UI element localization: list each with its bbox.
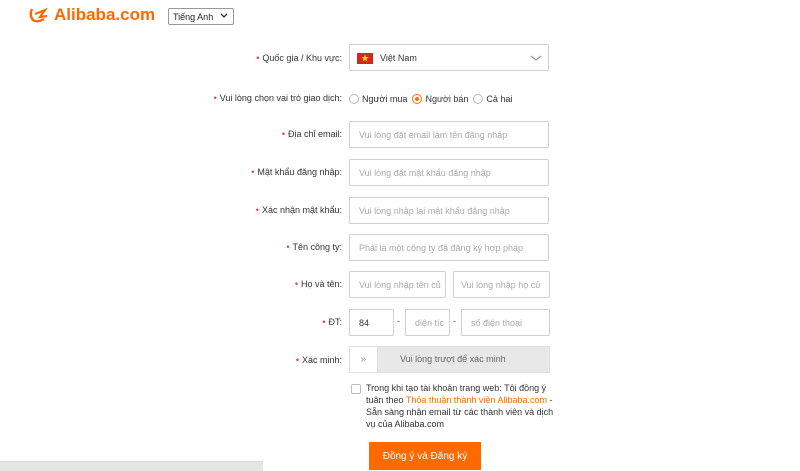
radio-both-label[interactable]: Cả hai: [486, 94, 512, 104]
country-value: Việt Nam: [380, 53, 417, 63]
phone-separator: -: [397, 316, 400, 326]
company-label: • Tên công ty:: [286, 242, 342, 252]
logo-text: Alibaba.com: [54, 5, 156, 24]
verify-slider[interactable]: » Vui lòng trượt để xác minh: [349, 346, 550, 373]
password-label: • Mật khẩu đăng nhập:: [251, 167, 342, 177]
email-label: • Địa chỉ email:: [281, 129, 342, 139]
email-input[interactable]: Vui lòng đặt email làm tên đăng nhập: [349, 121, 549, 148]
verify-label: • Xác minh:: [295, 355, 342, 365]
phone-country-code-input[interactable]: 84: [349, 309, 394, 336]
language-value: Tiếng Anh: [173, 12, 214, 22]
company-input[interactable]: Phải là một công ty đã đăng ký hợp pháp: [349, 234, 549, 261]
password-input[interactable]: Vui lòng đặt mật khẩu đăng nhập: [349, 159, 549, 186]
terms-checkbox[interactable]: [351, 384, 361, 394]
verify-slider-text: Vui lòng trượt để xác minh: [400, 354, 506, 364]
confirm-password-label: • Xác nhận mật khẩu:: [255, 205, 342, 215]
first-name-input[interactable]: Vui lòng nhập tên củ: [349, 271, 446, 298]
radio-seller-label[interactable]: Người bán: [425, 94, 468, 104]
agree-register-button[interactable]: Đồng ý và Đăng ký: [369, 442, 481, 470]
last-name-input[interactable]: Vui lòng nhập họ củ: [453, 271, 550, 298]
phone-area-input[interactable]: diện tíc: [405, 309, 450, 336]
radio-buyer[interactable]: [349, 94, 359, 104]
phone-number-input[interactable]: số điện thoại: [461, 309, 550, 336]
alibaba-logo[interactable]: Alibaba.com: [28, 4, 155, 26]
terms-text: Trong khi tạo tài khoản trang web: Tôi đ…: [366, 383, 554, 429]
language-select[interactable]: Tiếng Anh: [168, 8, 234, 25]
phone-separator: -: [453, 316, 456, 326]
chevron-down-icon: [530, 55, 542, 61]
radio-buyer-label[interactable]: Người mua: [362, 94, 407, 104]
name-label: • Họ và tên:: [294, 279, 342, 289]
country-select[interactable]: Việt Nam: [349, 44, 549, 71]
phone-label: • ĐT:: [322, 317, 342, 327]
country-label: • Quốc gia / Khu vực:: [256, 53, 342, 63]
vietnam-flag-icon: [357, 53, 373, 64]
slider-handle-icon[interactable]: »: [350, 347, 378, 372]
role-radio-group: Người mua Người bán Cả hai: [349, 92, 517, 106]
radio-seller[interactable]: [412, 94, 423, 104]
radio-both[interactable]: [473, 94, 484, 104]
member-agreement-link[interactable]: Thỏa thuận thành viên Alibaba.com: [406, 395, 547, 405]
chevron-down-icon: [220, 13, 228, 18]
alibaba-logo-icon: [29, 7, 49, 23]
confirm-password-input[interactable]: Vui lòng nhập lại mật khẩu đăng nhập: [349, 197, 549, 224]
role-label: • Vui lòng chọn vai trò giao dịch:: [213, 93, 342, 103]
